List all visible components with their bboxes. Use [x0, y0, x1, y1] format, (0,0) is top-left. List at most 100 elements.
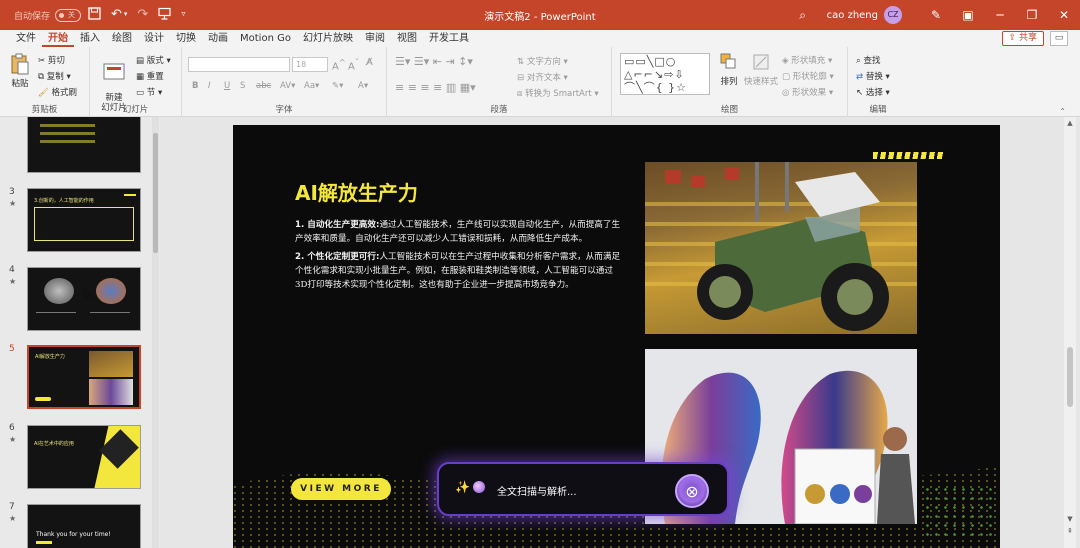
reset-button[interactable]: ▦ 重置 — [136, 70, 164, 82]
effects-icon: ◎ — [782, 88, 790, 98]
collapse-ribbon-icon[interactable]: ⌃ — [1059, 107, 1066, 116]
present-icon[interactable] — [158, 7, 171, 24]
tab-design[interactable]: 设计 — [138, 32, 170, 47]
font-name-select[interactable] — [188, 57, 290, 72]
paragraph-group-label: 段落 — [490, 105, 508, 115]
thumb-line — [40, 124, 95, 127]
cut-button[interactable]: ✂ 剪切 — [38, 54, 65, 66]
select-button[interactable]: ↖ 选择 ▾ — [856, 86, 890, 98]
layout-button[interactable]: ▤ 版式 ▾ — [136, 54, 171, 66]
copy-button[interactable]: ⧉ 复制 ▾ — [38, 70, 71, 82]
tractor-illustration — [645, 162, 917, 331]
tab-developer[interactable]: 开发工具 — [423, 32, 475, 47]
previous-slide-icon[interactable]: ⇞ — [1064, 527, 1076, 535]
paste-icon — [11, 53, 29, 75]
strikethrough-icon[interactable]: abc — [256, 81, 271, 91]
highlight-icon[interactable]: ✎▾ — [332, 81, 343, 91]
tab-transitions[interactable]: 切换 — [170, 32, 202, 47]
dot-grid-decoration — [923, 485, 993, 540]
char-spacing-icon[interactable]: AV▾ — [280, 81, 295, 91]
clear-format-icon[interactable]: A̸ — [366, 57, 373, 68]
slide-thumbnails-pane: 3 ★ 3.创新的，人工智能的作用 4 ★ 5 AI解放生产力 6 ★ AI在艺… — [0, 117, 160, 548]
shapes-gallery[interactable]: ▭▭╲□○ △⌐⌐↘⇨⇩ ⌒╲⌒{ }☆ — [620, 53, 710, 95]
restore-button[interactable]: ❐ — [1016, 0, 1048, 30]
copy-label: 复制 — [46, 72, 64, 82]
reset-icon: ▦ — [136, 72, 145, 82]
thumbnail-scrollbar[interactable] — [152, 117, 159, 548]
scrollbar-thumb[interactable] — [153, 133, 158, 253]
share-button[interactable]: ⇪ 共享 — [1001, 31, 1044, 46]
cursor-icon: ↖ — [856, 88, 864, 98]
editor-scrollbar[interactable]: ▲ ▼ ⇞ — [1064, 117, 1076, 548]
tab-slideshow[interactable]: 幻灯片放映 — [297, 32, 359, 47]
close-icon[interactable]: ⊗ — [675, 474, 709, 508]
quick-styles-button[interactable]: 快速样式 — [744, 53, 778, 87]
section-button[interactable]: ▭ 节 ▾ — [136, 86, 162, 98]
font-size-select[interactable]: 18 — [292, 57, 328, 72]
find-button[interactable]: ⌕ 查找 — [856, 54, 880, 66]
grow-font-button[interactable]: A^ — [332, 57, 346, 72]
align-text-button[interactable]: ⊟ 对齐文本 ▾ — [517, 71, 568, 83]
ribbon-display-icon[interactable]: ▣ — [952, 0, 984, 30]
autosave-toggle[interactable]: 关 — [55, 9, 82, 22]
chevron-down-icon[interactable]: ▾ — [124, 10, 128, 24]
scroll-up-icon[interactable]: ▲ — [1064, 119, 1076, 127]
shape-outline-button[interactable]: ▢ 形状轮廓 ▾ — [782, 70, 834, 82]
tab-view[interactable]: 视图 — [391, 32, 423, 47]
tractor-image[interactable] — [645, 162, 917, 334]
comment-icon[interactable]: ▭ — [1050, 31, 1068, 46]
format-painter-button[interactable]: 🖌 格式刷 — [38, 86, 77, 98]
smartart-button[interactable]: ⧈ 转换为 SmartArt ▾ — [517, 87, 599, 99]
underline-button[interactable]: U — [224, 81, 230, 91]
tab-review[interactable]: 审阅 — [359, 32, 391, 47]
italic-button[interactable]: I — [208, 81, 211, 91]
shape-effects-label: 形状效果 — [792, 88, 827, 98]
save-icon[interactable] — [88, 7, 101, 24]
tab-file[interactable]: 文件 — [10, 32, 42, 47]
slide-thumbnail-2[interactable] — [27, 117, 141, 173]
drawing-group-label: 绘图 — [720, 105, 738, 115]
thumb-deco — [124, 194, 136, 196]
tab-draw[interactable]: 绘图 — [106, 32, 138, 47]
slide-thumbnail-6[interactable]: AI在艺术中的应用 — [27, 425, 141, 489]
scroll-down-icon[interactable]: ▼ — [1064, 515, 1076, 523]
view-more-button[interactable]: VIEW MORE — [291, 478, 391, 500]
redo-icon[interactable]: ↷ — [137, 7, 148, 24]
scrollbar-thumb[interactable] — [1067, 347, 1073, 407]
font-color-icon[interactable]: A▾ — [358, 81, 368, 91]
slide-thumbnail-5[interactable]: AI解放生产力 — [27, 345, 141, 409]
paragraph-1[interactable]: 1. 自动化生产更高效:通过人工智能技术，生产线可以实现自动化生产，从而提高了生… — [295, 218, 625, 246]
undo-icon[interactable]: ↶ — [111, 7, 122, 24]
tab-insert[interactable]: 插入 — [74, 32, 106, 47]
shrink-font-button[interactable]: Aˇ — [348, 57, 359, 72]
text-direction-button[interactable]: ⇅ 文字方向 ▾ — [517, 55, 568, 67]
arrange-button[interactable]: 排列 — [716, 53, 742, 87]
paste-button[interactable]: 粘贴 — [8, 53, 32, 89]
close-button[interactable]: ✕ — [1048, 0, 1080, 30]
paragraph-2[interactable]: 2. 个性化定制更可行:人工智能技术可以在生产过程中收集和分析客户需求，从而满足… — [295, 250, 625, 292]
minimize-button[interactable]: ─ — [984, 0, 1016, 30]
change-case-icon[interactable]: Aa▾ — [304, 81, 319, 91]
tab-home[interactable]: 开始 — [42, 32, 74, 47]
replace-button[interactable]: ⇄ 替换 ▾ — [856, 70, 890, 82]
shadow-button[interactable]: S — [240, 81, 245, 91]
shape-fill-button[interactable]: ◈ 形状填充 ▾ — [782, 54, 832, 66]
thumb-frame — [34, 207, 134, 241]
pen-icon[interactable]: ✎ — [920, 0, 952, 30]
slide-title[interactable]: AI解放生产力 — [295, 177, 418, 206]
tab-motion-go[interactable]: Motion Go — [234, 32, 297, 47]
customize-icon[interactable]: ▿ — [181, 9, 185, 24]
search-icon[interactable]: ⌕ — [789, 8, 817, 23]
bullets-icon[interactable]: ☰▾ ☰▾ ⇤ ⇥ ↕▾ — [395, 55, 473, 68]
shape-effects-button[interactable]: ◎ 形状效果 ▾ — [782, 86, 833, 98]
avatar[interactable]: CZ — [884, 6, 902, 24]
thumb-image — [89, 351, 133, 377]
clipboard-group: 粘贴 ✂ 剪切 ⧉ 复制 ▾ 🖌 格式刷 剪贴板 — [0, 47, 90, 117]
tab-animations[interactable]: 动画 — [202, 32, 234, 47]
bold-button[interactable]: B — [192, 81, 198, 91]
animation-star-icon: ★ — [9, 435, 17, 444]
align-icons[interactable]: ≡ ≡ ≡ ≡ ▥ ▦▾ — [395, 81, 476, 94]
slide-thumbnail-3[interactable]: 3.创新的，人工智能的作用 — [27, 188, 141, 252]
autosave-control[interactable]: 自动保存 关 — [14, 9, 82, 22]
slide-thumbnail-7[interactable]: Thank you for your time! — [27, 504, 141, 548]
